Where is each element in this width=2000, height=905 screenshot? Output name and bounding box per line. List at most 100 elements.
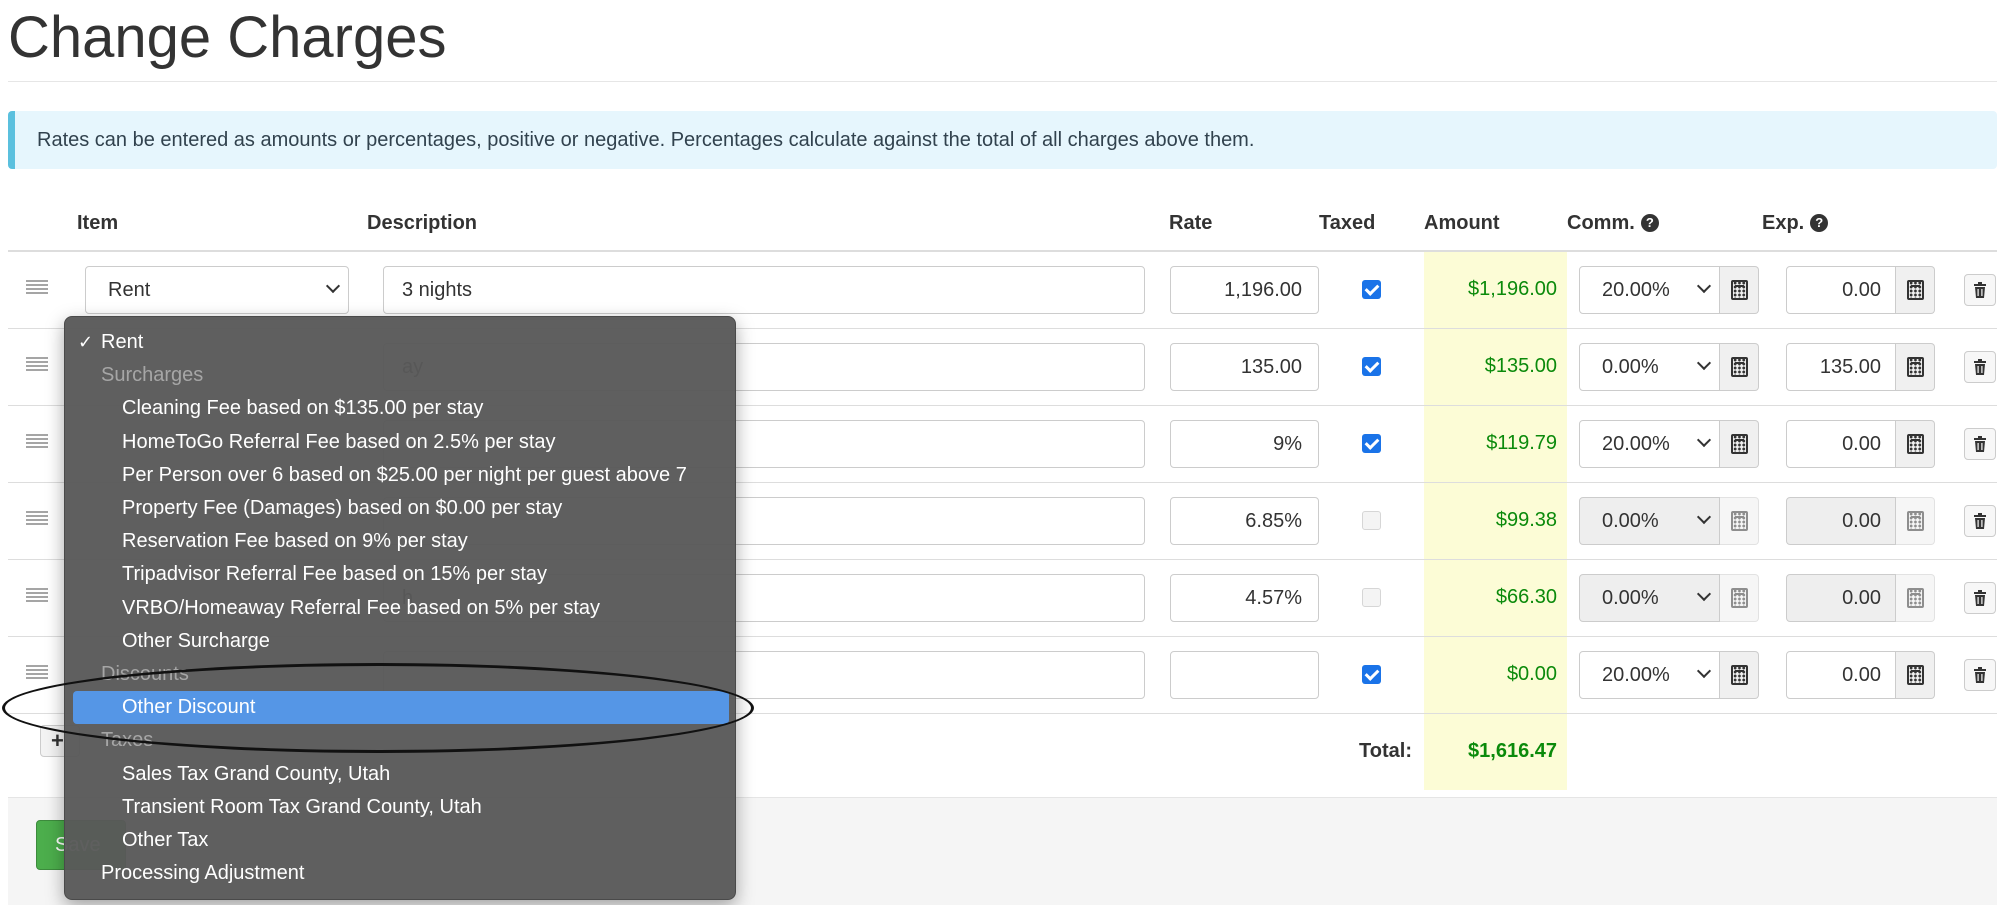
- dropdown-option[interactable]: Cleaning Fee based on $135.00 per stay: [65, 392, 483, 425]
- commission-select[interactable]: 20.00%: [1579, 265, 1720, 314]
- amount-cell: $66.30: [1424, 558, 1567, 636]
- taxed-checkbox[interactable]: [1362, 357, 1381, 376]
- calculator-icon: [1730, 587, 1748, 608]
- dropdown-option[interactable]: VRBO/Homeaway Referral Fee based on 5% p…: [65, 592, 600, 625]
- item-select[interactable]: Rent: [85, 265, 349, 314]
- taxed-cell: [1319, 558, 1424, 636]
- dropdown-option[interactable]: Sales Tax Grand County, Utah: [65, 758, 390, 791]
- expense-input[interactable]: 0.00: [1786, 265, 1896, 314]
- dropdown-group-label: Taxes: [65, 724, 153, 757]
- dropdown-option-label: Other Discount: [122, 696, 256, 719]
- dropdown-option[interactable]: ✓ Rent: [65, 326, 143, 359]
- calculator-icon: [1906, 587, 1924, 608]
- dropdown-option[interactable]: Other Tax: [65, 824, 208, 857]
- comm-cell: 20.00%: [1567, 635, 1762, 713]
- calculator-icon: [1906, 510, 1924, 531]
- drag-handle-icon[interactable]: [26, 280, 48, 295]
- header-drag: [8, 197, 77, 252]
- commission-calculator-button[interactable]: [1720, 650, 1759, 699]
- rate-input[interactable]: 6.85%: [1170, 496, 1319, 545]
- drag-handle-icon[interactable]: [26, 357, 48, 371]
- dropdown-option[interactable]: Other Discount: [73, 691, 729, 725]
- taxed-checkbox[interactable]: [1362, 434, 1381, 453]
- expense-input[interactable]: 0.00: [1786, 496, 1896, 545]
- expense-calculator-button[interactable]: [1896, 496, 1935, 545]
- question-circle-icon[interactable]: ?: [1640, 214, 1659, 232]
- dropdown-option-label: Property Fee (Damages) based on $0.00 pe…: [122, 497, 563, 519]
- amount-cell: $0.00: [1424, 635, 1567, 713]
- commission-select[interactable]: 20.00%: [1579, 650, 1720, 699]
- calculator-icon: [1906, 279, 1924, 300]
- commission-calculator-button[interactable]: [1720, 496, 1759, 545]
- commission-calculator-button[interactable]: [1720, 265, 1759, 314]
- trash-icon: [1973, 358, 1986, 375]
- dropdown-option-label: Processing Adjustment: [101, 862, 305, 885]
- delete-row-button[interactable]: [1963, 273, 1996, 306]
- delete-row-button[interactable]: [1963, 427, 1996, 460]
- expense-calculator-button[interactable]: [1896, 342, 1935, 391]
- dropdown-option[interactable]: Processing Adjustment: [65, 857, 304, 890]
- dropdown-option[interactable]: Per Person over 6 based on $25.00 per ni…: [65, 459, 687, 492]
- dropdown-option[interactable]: Other Surcharge: [65, 625, 270, 658]
- delete-row-button[interactable]: [1963, 350, 1996, 383]
- rate-input[interactable]: 135.00: [1170, 342, 1319, 391]
- dropdown-group-label: Surcharges: [65, 359, 203, 392]
- dropdown-option-label: Transient Room Tax Grand County, Utah: [122, 795, 482, 818]
- header-item: Item: [77, 197, 367, 252]
- dropdown-option-label: Rent: [101, 331, 144, 353]
- taxed-checkbox[interactable]: [1362, 588, 1381, 607]
- page-title: Change Charges: [8, 5, 447, 70]
- commission-select[interactable]: 0.00%: [1579, 342, 1720, 391]
- drag-handle-icon[interactable]: [26, 665, 48, 679]
- dropdown-option[interactable]: HomeToGo Referral Fee based on 2.5% per …: [65, 426, 556, 459]
- delete-row-button[interactable]: [1963, 581, 1996, 614]
- rate-input[interactable]: 9%: [1170, 419, 1319, 468]
- drag-handle-icon[interactable]: [26, 434, 48, 448]
- drag-handle-icon[interactable]: [26, 588, 48, 602]
- expense-calculator-button[interactable]: [1896, 265, 1935, 314]
- rate-input[interactable]: [1170, 650, 1319, 699]
- commission-select[interactable]: 20.00%: [1579, 419, 1720, 468]
- expense-calculator-button[interactable]: [1896, 419, 1935, 468]
- header-rate: Rate: [1169, 197, 1319, 252]
- dropdown-option[interactable]: Reservation Fee based on 9% per stay: [65, 525, 468, 558]
- commission-calculator-button[interactable]: [1720, 419, 1759, 468]
- commission-calculator-button[interactable]: [1720, 573, 1759, 622]
- dropdown-option-label: Tripadvisor Referral Fee based on 15% pe…: [122, 563, 548, 586]
- exp-cell: 0.00: [1762, 635, 1962, 713]
- delete-cell: [1962, 404, 1997, 482]
- delete-row-button[interactable]: [1963, 504, 1996, 537]
- calculator-icon: [1730, 664, 1748, 685]
- header-taxed: Taxed: [1319, 197, 1424, 252]
- commission-calculator-button[interactable]: [1720, 342, 1759, 391]
- dropdown-option-label: Discounts: [101, 663, 189, 685]
- expense-input[interactable]: 135.00: [1786, 342, 1896, 391]
- dropdown-option[interactable]: Transient Room Tax Grand County, Utah: [65, 791, 482, 824]
- delete-row-button[interactable]: [1963, 658, 1996, 691]
- taxed-checkbox[interactable]: [1362, 665, 1381, 684]
- amount-cell: $1,196.00: [1424, 250, 1567, 328]
- rate-cell: 9%: [1169, 404, 1319, 482]
- expense-calculator-button[interactable]: [1896, 650, 1935, 699]
- commission-select[interactable]: 0.00%: [1579, 573, 1720, 622]
- dropdown-option[interactable]: Property Fee (Damages) based on $0.00 pe…: [65, 492, 562, 525]
- expense-input[interactable]: 0.00: [1786, 573, 1896, 622]
- expense-input[interactable]: 0.00: [1786, 650, 1896, 699]
- rate-cell: 135.00: [1169, 327, 1319, 405]
- commission-select[interactable]: 0.00%: [1579, 496, 1720, 545]
- item-dropdown-menu[interactable]: ✓ Rent Surcharges Cleaning Fee based on $13…: [64, 316, 736, 900]
- chevron-down-icon: [1696, 278, 1712, 293]
- rate-input[interactable]: 4.57%: [1170, 573, 1319, 622]
- dropdown-option[interactable]: Tripadvisor Referral Fee based on 15% pe…: [65, 558, 547, 591]
- exp-cell: 0.00: [1762, 404, 1962, 482]
- expense-input[interactable]: 0.00: [1786, 419, 1896, 468]
- description-input[interactable]: 3 nights: [383, 265, 1145, 314]
- taxed-checkbox[interactable]: [1362, 280, 1381, 300]
- rate-input[interactable]: 1,196.00: [1170, 265, 1319, 314]
- trash-icon: [1973, 512, 1986, 529]
- expense-calculator-button[interactable]: [1896, 573, 1935, 622]
- question-circle-icon[interactable]: ?: [1810, 214, 1829, 232]
- taxed-cell: [1319, 250, 1424, 328]
- taxed-checkbox[interactable]: [1362, 511, 1381, 530]
- drag-handle-icon[interactable]: [26, 511, 48, 525]
